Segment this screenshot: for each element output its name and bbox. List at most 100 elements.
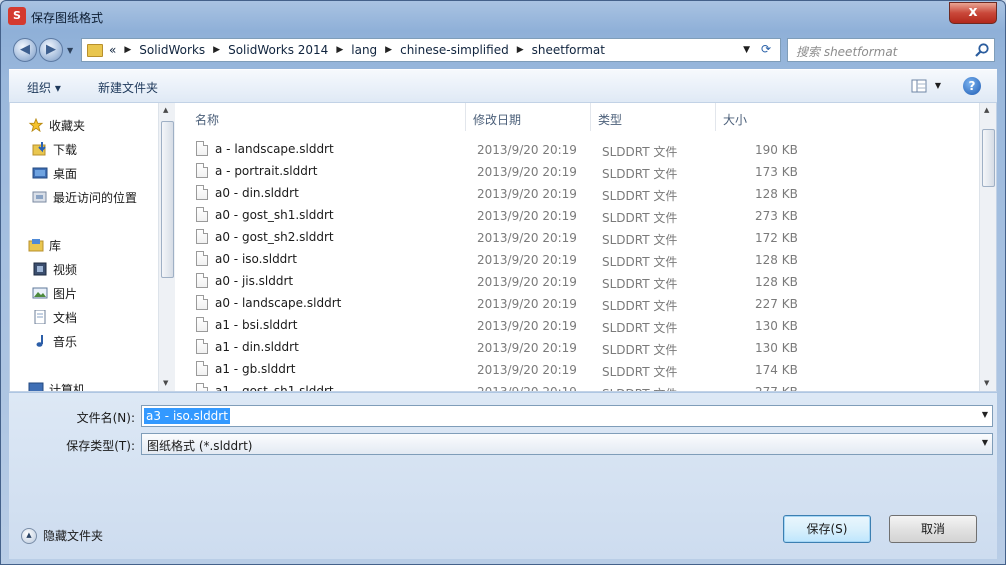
back-button[interactable]: ◀ bbox=[13, 38, 37, 62]
hide-folders-toggle[interactable]: ▲ 隐藏文件夹 bbox=[21, 527, 103, 544]
filetype-select[interactable]: 图纸格式 (*.slddrt) ▼ bbox=[141, 433, 993, 455]
file-name-cell[interactable]: a1 - din.slddrt bbox=[196, 339, 299, 354]
file-name: a1 - bsi.slddrt bbox=[215, 317, 298, 332]
table-row[interactable]: a - landscape.slddrt 2013/9/20 20:19 SLDDR… bbox=[176, 138, 976, 160]
table-row[interactable]: a0 - jis.slddrt 2013/9/20 20:19 SLDDRT 文件 1… bbox=[176, 270, 976, 292]
picture-icon bbox=[32, 287, 48, 299]
video-icon bbox=[33, 262, 47, 276]
file-modified: 2013/9/20 20:19 bbox=[477, 209, 577, 223]
scroll-up-icon[interactable]: ▲ bbox=[163, 106, 168, 114]
file-name-cell[interactable]: a0 - iso.slddrt bbox=[196, 251, 297, 266]
filename-value[interactable]: a3 - iso.slddrt bbox=[144, 408, 230, 424]
file-name-cell[interactable]: a1 - gost_sh1.slddrt bbox=[196, 383, 334, 391]
file-name-cell[interactable]: a - landscape.slddrt bbox=[196, 141, 334, 156]
forward-button[interactable]: ▶ bbox=[39, 38, 63, 62]
chevron-right-icon[interactable]: ▶ bbox=[213, 45, 220, 55]
scroll-up-icon[interactable]: ▲ bbox=[984, 106, 989, 114]
file-modified: 2013/9/20 20:19 bbox=[477, 341, 577, 355]
breadcrumb-item[interactable]: chinese-simplified bbox=[400, 43, 509, 57]
chevron-right-icon[interactable]: ▶ bbox=[336, 45, 343, 55]
file-name-cell[interactable]: a0 - din.slddrt bbox=[196, 185, 299, 200]
save-button[interactable]: 保存(S) bbox=[783, 515, 871, 543]
file-name-cell[interactable]: a0 - landscape.slddrt bbox=[196, 295, 341, 310]
nav-pictures[interactable]: 图片 bbox=[32, 283, 77, 303]
table-row[interactable]: a1 - bsi.slddrt 2013/9/20 20:19 SLDDRT 文件 1… bbox=[176, 314, 976, 336]
table-row[interactable]: a1 - gb.slddrt 2013/9/20 20:19 SLDDRT 文件 17… bbox=[176, 358, 976, 380]
breadcrumb-overflow[interactable]: « bbox=[109, 43, 116, 57]
file-name-cell[interactable]: a0 - jis.slddrt bbox=[196, 273, 293, 288]
new-folder-button[interactable]: 新建文件夹 bbox=[98, 79, 158, 96]
file-name-cell[interactable]: a1 - gb.slddrt bbox=[196, 361, 295, 376]
close-button[interactable]: x bbox=[949, 2, 997, 24]
view-options-icon[interactable] bbox=[911, 79, 927, 93]
scroll-thumb[interactable] bbox=[161, 121, 174, 278]
filename-input[interactable]: a3 - iso.slddrt ▼ bbox=[141, 405, 993, 427]
file-type: SLDDRT 文件 bbox=[602, 365, 678, 379]
file-size: 277 KB bbox=[755, 385, 798, 391]
breadcrumb-item[interactable]: SolidWorks bbox=[139, 43, 205, 57]
column-header-size[interactable]: 大小 bbox=[716, 103, 801, 131]
nav-libraries[interactable]: 库 bbox=[28, 235, 61, 255]
file-type: SLDDRT 文件 bbox=[602, 277, 678, 291]
file-type: SLDDRT 文件 bbox=[602, 233, 678, 247]
breadcrumb-item[interactable]: lang bbox=[351, 43, 377, 57]
file-list-scrollbar[interactable]: ▲ ▼ bbox=[979, 103, 996, 391]
window-title: 保存图纸格式 bbox=[31, 11, 104, 25]
table-row[interactable]: a0 - gost_sh2.slddrt 2013/9/20 20:19 SLDDR… bbox=[176, 226, 976, 248]
scroll-down-icon[interactable]: ▼ bbox=[984, 379, 989, 387]
file-name: a0 - landscape.slddrt bbox=[215, 295, 342, 310]
table-row[interactable]: a0 - gost_sh1.slddrt 2013/9/20 20:19 SLDDR… bbox=[176, 204, 976, 226]
nav-documents[interactable]: 文档 bbox=[32, 307, 77, 327]
desktop-icon bbox=[32, 167, 48, 179]
column-header-name[interactable]: 名称 bbox=[188, 103, 466, 131]
table-row[interactable]: a1 - din.slddrt 2013/9/20 20:19 SLDDRT 文件 1… bbox=[176, 336, 976, 358]
address-history-dropdown[interactable]: ▼ bbox=[743, 45, 750, 55]
table-row[interactable]: a1 - gost_sh1.slddrt 2013/9/20 20:19 SLDDR… bbox=[176, 380, 976, 391]
file-modified: 2013/9/20 20:19 bbox=[477, 253, 577, 267]
table-row[interactable]: a0 - landscape.slddrt 2013/9/20 20:19 SLDD… bbox=[176, 292, 976, 314]
chevron-down-icon[interactable]: ▼ bbox=[982, 410, 988, 419]
table-row[interactable]: a - portrait.slddrt 2013/9/20 20:19 SLDDRT… bbox=[176, 160, 976, 182]
nav-recent[interactable]: 最近访问的位置 bbox=[32, 187, 137, 207]
file-type: SLDDRT 文件 bbox=[602, 321, 678, 335]
file-type: SLDDRT 文件 bbox=[602, 189, 678, 203]
refresh-icon[interactable]: ⟳ bbox=[757, 42, 775, 58]
file-icon bbox=[196, 141, 208, 156]
nav-videos[interactable]: 视频 bbox=[32, 259, 77, 279]
navigation-scrollbar[interactable]: ▲ ▼ bbox=[158, 103, 175, 391]
file-name-cell[interactable]: a1 - bsi.slddrt bbox=[196, 317, 297, 332]
help-button[interactable]: ? bbox=[963, 77, 981, 95]
breadcrumb-item[interactable]: sheetformat bbox=[532, 43, 605, 57]
column-header-type[interactable]: 类型 bbox=[591, 103, 716, 131]
search-input[interactable]: 搜索 sheetformat bbox=[787, 38, 995, 62]
scroll-thumb[interactable] bbox=[982, 129, 995, 187]
chevron-down-icon[interactable]: ▼ bbox=[982, 438, 988, 447]
chevron-right-icon[interactable]: ▶ bbox=[385, 45, 392, 55]
file-name-cell[interactable]: a0 - gost_sh1.slddrt bbox=[196, 207, 334, 222]
nav-downloads[interactable]: 下载 bbox=[32, 139, 77, 159]
view-dropdown[interactable]: ▼ bbox=[935, 81, 941, 90]
file-size: 173 KB bbox=[755, 165, 798, 179]
chevron-right-icon[interactable]: ▶ bbox=[517, 45, 524, 55]
organize-menu[interactable]: 组织 ▾ bbox=[27, 79, 61, 96]
table-row[interactable]: a0 - din.slddrt 2013/9/20 20:19 SLDDRT 文件 1… bbox=[176, 182, 976, 204]
nav-music[interactable]: 音乐 bbox=[32, 331, 77, 351]
nav-desktop[interactable]: 桌面 bbox=[32, 163, 77, 183]
column-header-modified[interactable]: 修改日期 bbox=[466, 103, 591, 131]
scroll-down-icon[interactable]: ▼ bbox=[163, 379, 168, 387]
file-name-cell[interactable]: a - portrait.slddrt bbox=[196, 163, 318, 178]
file-modified: 2013/9/20 20:19 bbox=[477, 143, 577, 157]
cancel-button[interactable]: 取消 bbox=[889, 515, 977, 543]
computer-icon bbox=[28, 382, 44, 391]
table-row[interactable]: a0 - iso.slddrt 2013/9/20 20:19 SLDDRT 文件 1… bbox=[176, 248, 976, 270]
nav-label: 最近访问的位置 bbox=[53, 190, 138, 205]
file-name-cell[interactable]: a0 - gost_sh2.slddrt bbox=[196, 229, 334, 244]
address-bar[interactable]: « ▶ SolidWorks ▶ SolidWorks 2014 ▶ lang … bbox=[81, 38, 781, 62]
nav-favorites[interactable]: 收藏夹 bbox=[28, 115, 85, 135]
nav-computer[interactable]: 计算机 bbox=[28, 379, 85, 391]
search-icon[interactable] bbox=[974, 42, 990, 58]
recent-pages-dropdown[interactable]: ▼ bbox=[67, 46, 73, 55]
file-modified: 2013/9/20 20:19 bbox=[477, 187, 577, 201]
breadcrumb-item[interactable]: SolidWorks 2014 bbox=[228, 43, 328, 57]
hide-folders-label: 隐藏文件夹 bbox=[43, 529, 104, 543]
